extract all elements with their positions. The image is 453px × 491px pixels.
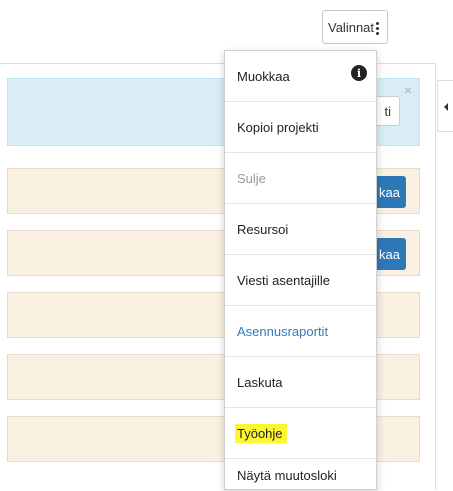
menu-item-label: Laskuta: [237, 374, 283, 390]
menu-item-resource[interactable]: Resursoi: [225, 204, 376, 255]
menu-item-label: Kopioi projekti: [237, 119, 319, 135]
menu-item-show-changelog[interactable]: Näytä muutosloki: [225, 459, 376, 491]
menu-item-label: Näytä muutosloki: [237, 467, 337, 483]
info-icon[interactable]: i: [351, 65, 367, 81]
row-action-button-label: kaa: [379, 246, 400, 262]
menu-item-label: Sulje: [237, 170, 266, 186]
sidebar-toggle[interactable]: [437, 80, 453, 132]
options-dropdown-menu: Muokkaa i Kopioi projekti Sulje Resursoi…: [224, 50, 377, 490]
menu-item-label: Viesti asentajille: [237, 272, 330, 288]
options-dropdown-button[interactable]: Valinnat: [322, 10, 388, 44]
menu-item-label: Muokkaa: [237, 68, 290, 84]
menu-item-label: Resursoi: [237, 221, 289, 237]
menu-item-copy-project[interactable]: Kopioi projekti: [225, 102, 376, 153]
row-action-button-label: kaa: [379, 184, 400, 200]
menu-item-message-installers[interactable]: Viesti asentajille: [225, 255, 376, 306]
alert-action-button-label: ti: [384, 103, 392, 119]
menu-item-installation-reports[interactable]: Asennusraportit: [225, 306, 376, 357]
caret-left-icon: [444, 103, 448, 111]
menu-item-close: Sulje: [225, 153, 376, 204]
options-button-label: Valinnat: [328, 19, 375, 35]
menu-item-invoice[interactable]: Laskuta: [225, 357, 376, 408]
menu-item-label: Työohje: [235, 423, 287, 443]
close-icon[interactable]: ×: [404, 83, 412, 97]
kebab-menu-icon: [376, 22, 379, 35]
menu-item-work-instructions[interactable]: Työohje: [225, 408, 376, 459]
menu-item-label: Asennusraportit: [237, 323, 329, 339]
menu-item-edit[interactable]: Muokkaa i: [225, 51, 376, 102]
